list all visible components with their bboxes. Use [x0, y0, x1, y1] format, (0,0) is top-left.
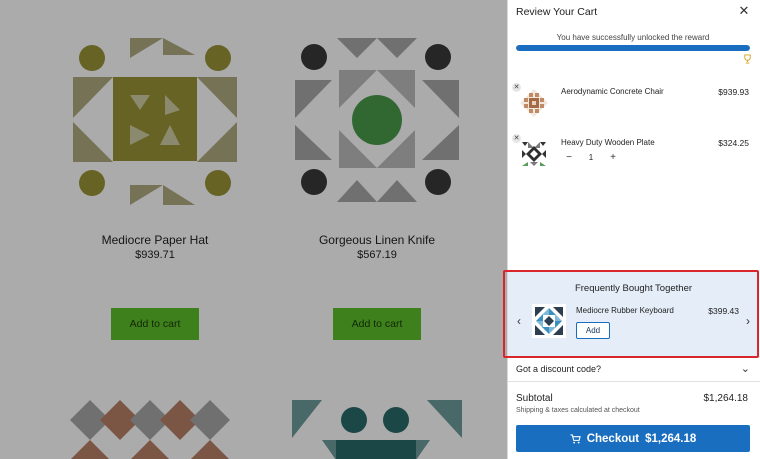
fbt-product-price: $399.43: [708, 306, 739, 316]
cart-item-name[interactable]: Aerodynamic Concrete Chair: [561, 87, 664, 96]
drawer-title: Review Your Cart: [516, 6, 598, 18]
plus-icon[interactable]: +: [605, 151, 621, 165]
reward-message: You have successfully unlocked the rewar…: [556, 33, 710, 42]
close-icon[interactable]: ✕: [737, 4, 751, 18]
cart-item-name[interactable]: Heavy Duty Wooden Plate: [561, 138, 655, 147]
modal-overlay[interactable]: [0, 0, 507, 459]
cart-icon: [570, 433, 581, 444]
quantity-stepper: − 1 +: [561, 151, 621, 165]
cart-item: ✕ Aerodynamic Concrete Chair $939.93: [508, 83, 760, 137]
subtotal-label: Subtotal: [516, 393, 553, 404]
frequently-bought-together: Frequently Bought Together ‹ Mediocre Ru…: [508, 272, 759, 357]
discount-toggle[interactable]: Got a discount code?: [516, 364, 601, 374]
minus-icon[interactable]: −: [561, 151, 577, 165]
divider: [508, 356, 760, 357]
checkout-label: Checkout: [586, 432, 640, 445]
trophy-icon: [744, 54, 751, 64]
fbt-product-name[interactable]: Mediocre Rubber Keyboard: [576, 306, 674, 315]
fbt-product-thumbnail: [532, 304, 566, 338]
shipping-note: Shipping & taxes calculated at checkout: [516, 407, 640, 414]
quantity-value[interactable]: 1: [577, 151, 605, 165]
reward-progress-bar: [516, 45, 750, 51]
chevron-right-icon[interactable]: ›: [743, 314, 753, 328]
chevron-left-icon[interactable]: ‹: [514, 314, 524, 328]
drawer-header: Review Your Cart ✕: [508, 0, 760, 24]
fbt-title: Frequently Bought Together: [574, 283, 693, 294]
remove-icon[interactable]: ✕: [512, 134, 521, 143]
reward-progress-fill: [516, 45, 750, 51]
remove-icon[interactable]: ✕: [512, 83, 521, 92]
cart-item-price: $324.25: [718, 138, 749, 148]
cart-item-price: $939.93: [718, 87, 749, 97]
checkout-button[interactable]: Checkout $1,264.18: [516, 425, 750, 452]
product-thumbnail: [518, 87, 550, 119]
divider: [508, 381, 760, 382]
chevron-down-icon[interactable]: ⌄: [741, 362, 750, 375]
cart-item: ✕ Heavy Duty Wooden Plate $324.25 − 1 +: [508, 134, 760, 188]
product-thumbnail: [518, 138, 550, 170]
fbt-add-button[interactable]: Add: [576, 322, 610, 339]
checkout-amount: $1,264.18: [645, 432, 697, 445]
cart-drawer: Review Your Cart ✕ You have successfully…: [507, 0, 760, 459]
subtotal-value: $1,264.18: [703, 393, 749, 404]
